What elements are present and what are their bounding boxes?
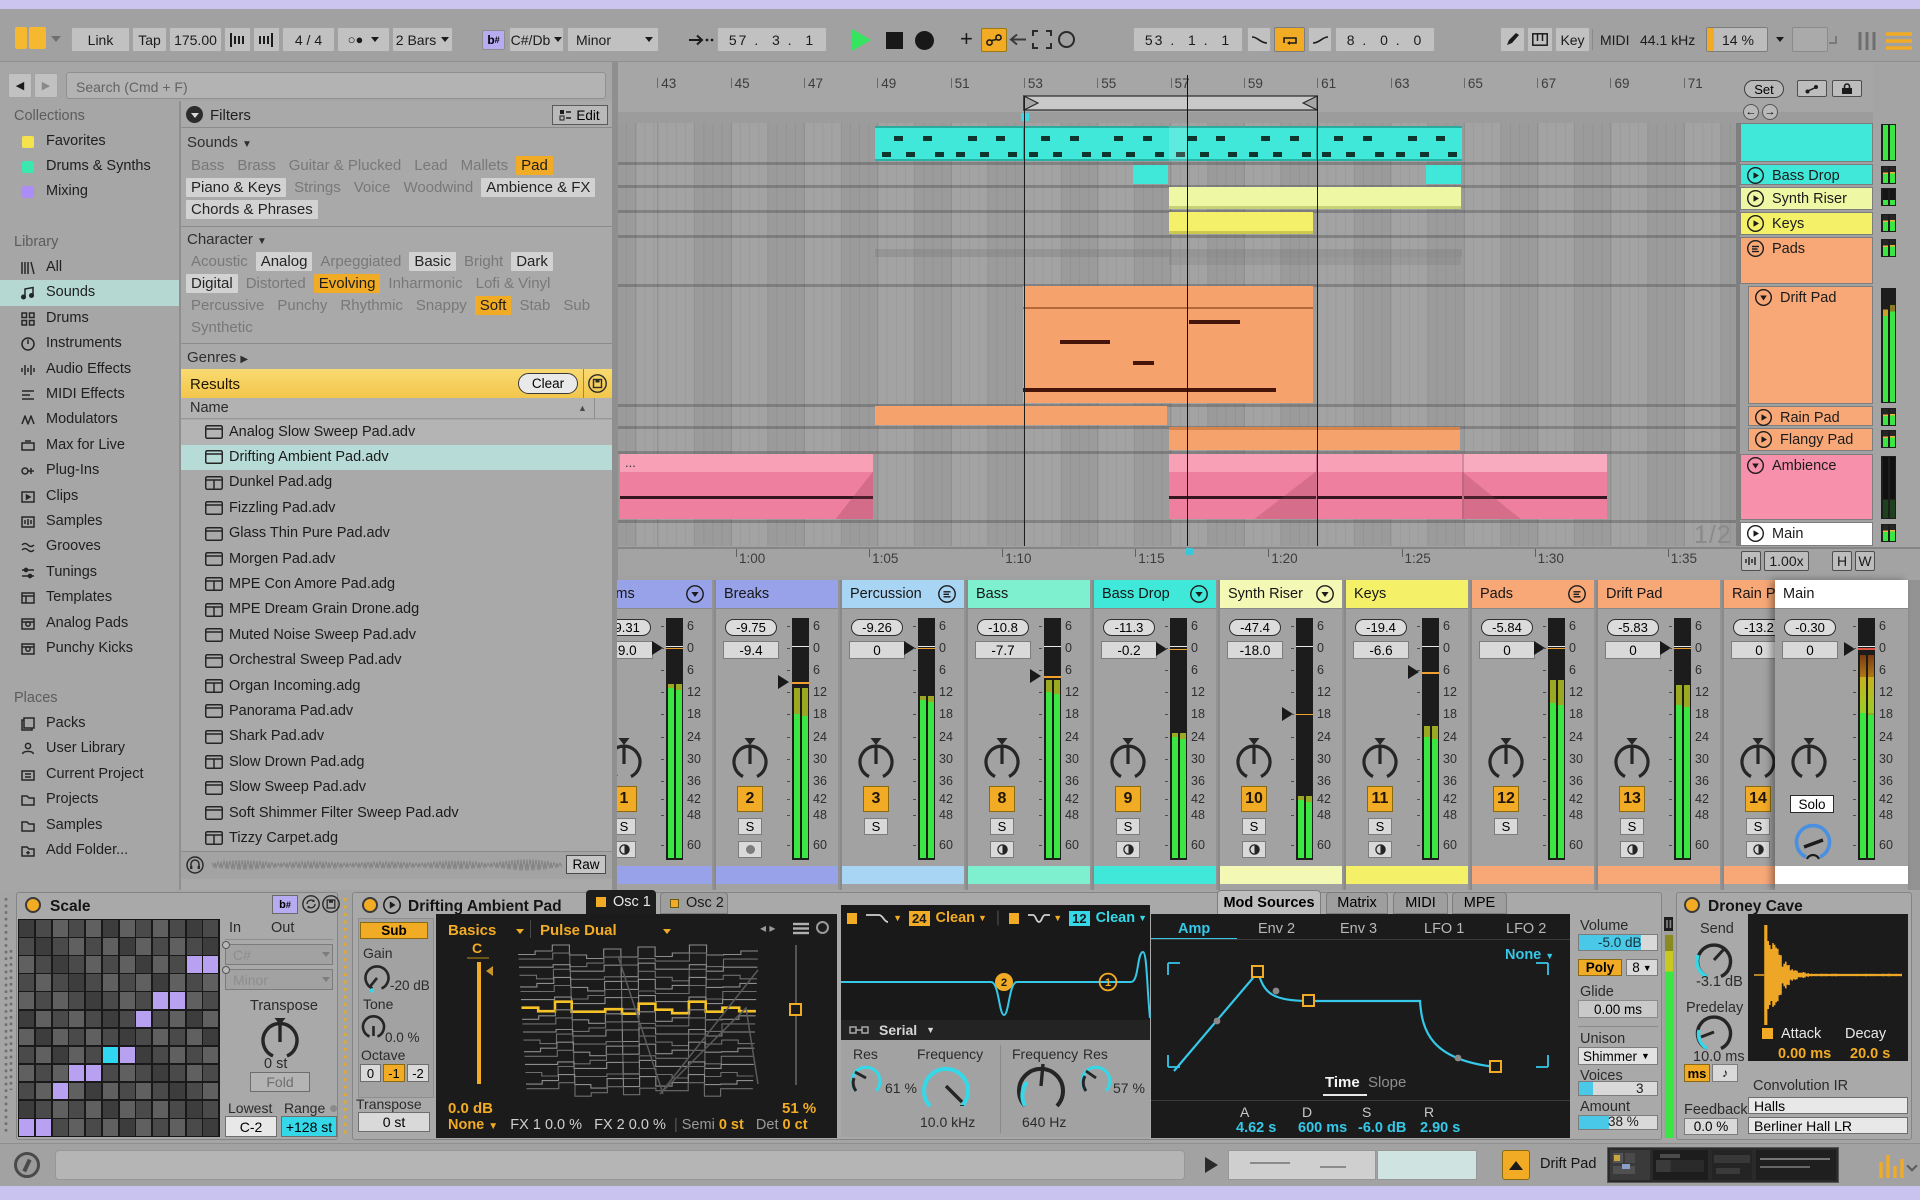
svg-text:2: 2 bbox=[1001, 977, 1007, 989]
svg-text:1: 1 bbox=[1105, 977, 1111, 989]
